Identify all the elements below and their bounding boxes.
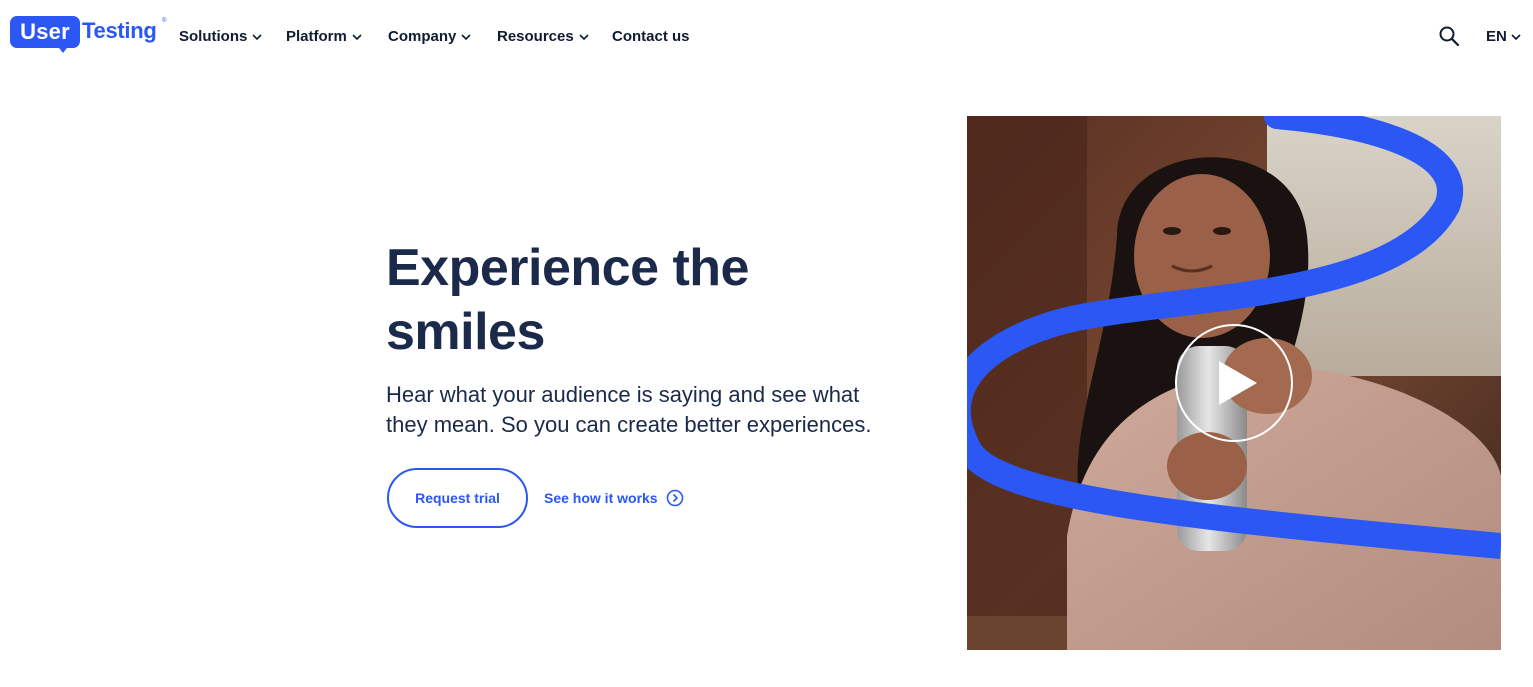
page: User Testing ® Solutions Platform Compan…: [0, 0, 1533, 687]
chevron-down-icon: [252, 34, 262, 41]
hero-title: Experience the smiles: [386, 236, 926, 364]
search-icon[interactable]: [1438, 25, 1460, 47]
chevron-down-icon: [579, 34, 589, 41]
logo-text-testing: Testing: [82, 18, 157, 43]
see-how-it-works-label: See how it works: [544, 490, 658, 506]
top-navigation: User Testing ® Solutions Platform Compan…: [0, 0, 1533, 72]
logo-text-user: User: [20, 19, 70, 44]
nav-item-contact-us[interactable]: Contact us: [612, 26, 690, 48]
hero-title-line-1: Experience the: [386, 239, 749, 297]
hero-title-line-2: smiles: [386, 303, 545, 361]
nav-item-label: Contact us: [612, 28, 690, 45]
nav-item-label: Company: [388, 28, 457, 45]
chevron-down-icon: [461, 34, 471, 41]
hero-subtitle-line-2: they mean. So you can create better expe…: [386, 412, 872, 437]
logo-registered-mark: ®: [162, 18, 167, 24]
chevron-down-icon: [1511, 34, 1521, 41]
hero-subtitle-line-1: Hear what your audience is saying and se…: [386, 382, 860, 407]
nav-item-resources[interactable]: Resources: [497, 26, 590, 48]
language-label: EN: [1486, 28, 1507, 45]
hero-photo: [967, 116, 1501, 650]
nav-item-label: Platform: [286, 28, 347, 45]
hero-video-thumbnail[interactable]: [967, 116, 1501, 650]
language-selector[interactable]: EN: [1486, 26, 1522, 48]
nav-item-label: Resources: [497, 28, 574, 45]
chevron-circle-right-icon: [666, 489, 683, 507]
request-trial-button[interactable]: Request trial: [387, 468, 528, 528]
see-how-it-works-link[interactable]: See how it works: [544, 486, 684, 510]
usertesting-logo[interactable]: User Testing ®: [10, 14, 168, 54]
hero-subtitle: Hear what your audience is saying and se…: [386, 380, 926, 440]
chevron-down-icon: [352, 34, 362, 41]
nav-item-solutions[interactable]: Solutions: [179, 26, 263, 48]
nav-item-platform[interactable]: Platform: [286, 26, 363, 48]
nav-item-company[interactable]: Company: [388, 26, 472, 48]
nav-item-label: Solutions: [179, 28, 248, 45]
